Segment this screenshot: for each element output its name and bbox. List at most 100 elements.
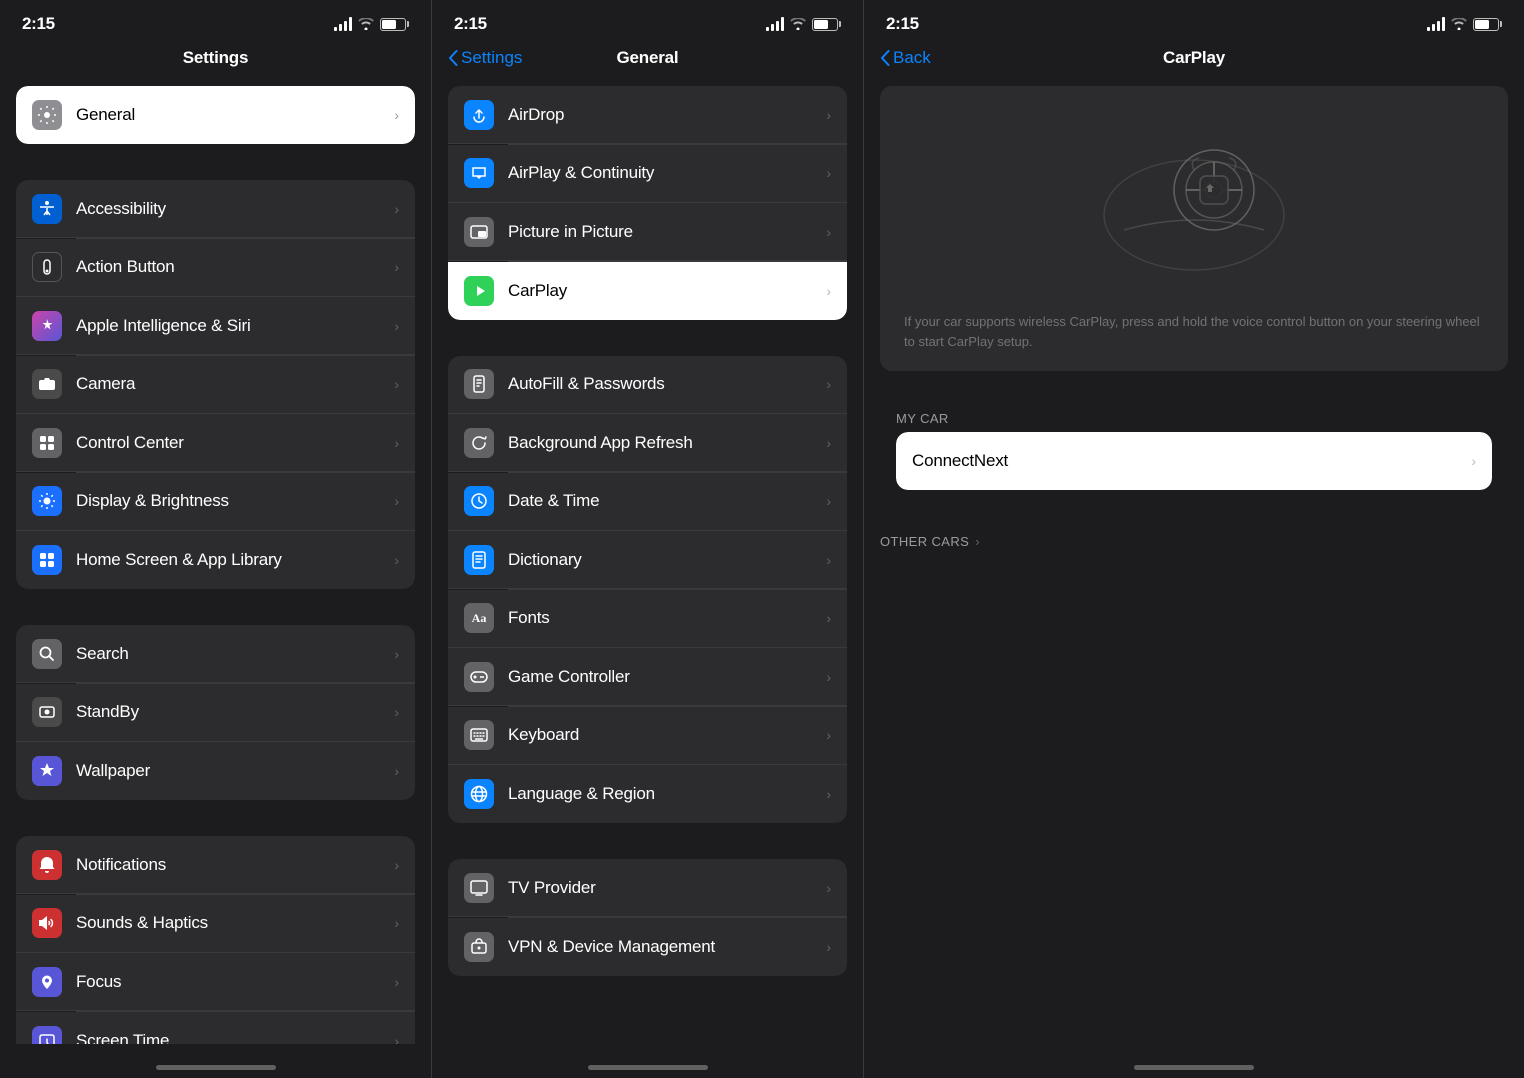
carplay-label: CarPlay <box>508 281 826 301</box>
general-panel: 2:15 Settings General <box>432 0 864 1078</box>
keyboard-label: Keyboard <box>508 725 826 745</box>
status-icons-1 <box>334 17 409 31</box>
settings-item-accessibility[interactable]: Accessibility › <box>16 180 415 238</box>
autofill-icon <box>464 369 494 399</box>
carplay-icon <box>464 276 494 306</box>
back-button-2[interactable]: Settings <box>448 48 522 68</box>
home-indicator-2 <box>432 1044 863 1078</box>
settings-item-bg-refresh[interactable]: Background App Refresh › <box>448 414 847 472</box>
airplay-label: AirPlay & Continuity <box>508 163 826 183</box>
settings-item-date-time[interactable]: Date & Time › <box>448 473 847 531</box>
general-icon <box>32 100 62 130</box>
settings-item-tv-provider[interactable]: TV Provider › <box>448 859 847 917</box>
settings-item-focus[interactable]: Focus › <box>16 953 415 1011</box>
settings-item-autofill[interactable]: AutoFill & Passwords › <box>448 356 847 414</box>
battery-icon-1 <box>380 18 409 31</box>
signal-icon-1 <box>334 17 352 31</box>
camera-icon <box>32 369 62 399</box>
my-car-section: MY CAR ConnectNext › <box>880 411 1508 490</box>
settings-item-display-brightness[interactable]: Display & Brightness › <box>16 473 415 531</box>
sounds-label: Sounds & Haptics <box>76 913 394 933</box>
settings-item-search[interactable]: Search › <box>16 625 415 683</box>
settings-item-general[interactable]: General › <box>16 86 415 144</box>
status-time-3: 2:15 <box>886 14 919 34</box>
my-car-item[interactable]: ConnectNext › <box>896 432 1492 490</box>
carplay-illustration <box>900 110 1488 296</box>
language-label: Language & Region <box>508 784 826 804</box>
standby-label: StandBy <box>76 702 394 722</box>
screen-time-label: Screen Time <box>76 1031 394 1045</box>
settings-item-carplay[interactable]: CarPlay › <box>448 262 847 320</box>
display-brightness-icon <box>32 486 62 516</box>
general-label: General <box>76 105 394 125</box>
settings-item-pip[interactable]: Picture in Picture › <box>448 203 847 261</box>
search-icon <box>32 639 62 669</box>
settings-item-screen-time[interactable]: Screen Time › <box>16 1012 415 1045</box>
action-button-icon <box>32 252 62 282</box>
pip-label: Picture in Picture <box>508 222 826 242</box>
signal-icon-3 <box>1427 17 1445 31</box>
settings-item-vpn[interactable]: VPN & Device Management › <box>448 918 847 976</box>
apple-intelligence-icon <box>32 311 62 341</box>
settings-group-2: Accessibility › Action Button › Apple In… <box>16 180 415 589</box>
status-bar-1: 2:15 <box>0 0 431 42</box>
control-center-label: Control Center <box>76 433 394 453</box>
settings-item-fonts[interactable]: Aa Fonts › <box>448 590 847 648</box>
focus-label: Focus <box>76 972 394 992</box>
page-title-2: General <box>617 48 679 68</box>
settings-item-game-controller[interactable]: Game Controller › <box>448 648 847 706</box>
nav-header-2: Settings General <box>432 42 863 78</box>
settings-item-keyboard[interactable]: Keyboard › <box>448 707 847 765</box>
language-icon <box>464 779 494 809</box>
settings-item-apple-intelligence[interactable]: Apple Intelligence & Siri › <box>16 297 415 355</box>
general-group-3: TV Provider › VPN & Device Management › <box>448 859 847 976</box>
settings-list-1: General › Accessibility › Action Button … <box>0 78 431 1044</box>
action-button-label: Action Button <box>76 257 394 277</box>
other-cars-section[interactable]: OTHER CARS › <box>880 534 1508 549</box>
settings-item-sounds[interactable]: Sounds & Haptics › <box>16 895 415 953</box>
settings-item-action-button[interactable]: Action Button › <box>16 239 415 297</box>
apple-intelligence-label: Apple Intelligence & Siri <box>76 316 394 336</box>
status-bar-3: 2:15 <box>864 0 1524 42</box>
search-label: Search <box>76 644 394 664</box>
settings-item-control-center[interactable]: Control Center › <box>16 414 415 472</box>
wallpaper-label: Wallpaper <box>76 761 394 781</box>
my-car-header: MY CAR <box>880 411 1508 426</box>
carplay-content: If your car supports wireless CarPlay, p… <box>864 78 1524 1044</box>
home-indicator-1 <box>0 1044 431 1078</box>
tv-provider-label: TV Provider <box>508 878 826 898</box>
airplay-icon <box>464 158 494 188</box>
game-controller-label: Game Controller <box>508 667 826 687</box>
carplay-panel: 2:15 Back CarPlay <box>864 0 1524 1078</box>
settings-item-dictionary[interactable]: Dictionary › <box>448 531 847 589</box>
fonts-label: Fonts <box>508 608 826 628</box>
airdrop-icon <box>464 100 494 130</box>
accessibility-icon <box>32 194 62 224</box>
battery-icon-2 <box>812 18 841 31</box>
carplay-hint-text: If your car supports wireless CarPlay, p… <box>900 312 1488 351</box>
settings-item-standby[interactable]: StandBy › <box>16 684 415 742</box>
status-time-1: 2:15 <box>22 14 55 34</box>
settings-item-language[interactable]: Language & Region › <box>448 765 847 823</box>
general-chevron: › <box>394 107 399 123</box>
carplay-hero-group: If your car supports wireless CarPlay, p… <box>880 86 1508 371</box>
settings-item-wallpaper[interactable]: Wallpaper › <box>16 742 415 800</box>
wifi-icon-3 <box>1451 18 1467 30</box>
screen-time-icon <box>32 1026 62 1045</box>
home-indicator-3 <box>864 1044 1524 1078</box>
wifi-icon-1 <box>358 18 374 30</box>
settings-item-home-screen[interactable]: Home Screen & App Library › <box>16 531 415 589</box>
back-label-2: Settings <box>461 48 522 68</box>
other-cars-arrow-icon: › <box>975 534 979 549</box>
pip-icon <box>464 217 494 247</box>
back-button-3[interactable]: Back <box>880 48 931 68</box>
status-bar-2: 2:15 <box>432 0 863 42</box>
settings-item-camera[interactable]: Camera › <box>16 356 415 414</box>
settings-item-notifications[interactable]: Notifications › <box>16 836 415 894</box>
display-brightness-label: Display & Brightness <box>76 491 394 511</box>
keyboard-icon <box>464 720 494 750</box>
settings-item-airplay[interactable]: AirPlay & Continuity › <box>448 145 847 203</box>
settings-item-airdrop[interactable]: AirDrop › <box>448 86 847 144</box>
autofill-label: AutoFill & Passwords <box>508 374 826 394</box>
vpn-label: VPN & Device Management <box>508 937 826 957</box>
